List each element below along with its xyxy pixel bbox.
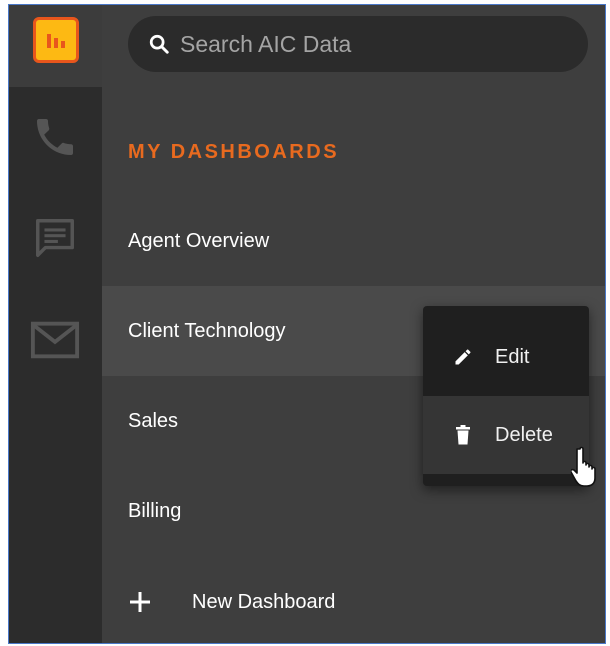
plus-icon xyxy=(128,590,164,614)
dashboard-item-label: Sales xyxy=(128,409,179,432)
bar-chart-icon[interactable] xyxy=(33,17,79,63)
pencil-icon xyxy=(453,347,473,367)
context-menu: Edit Delete xyxy=(423,306,589,486)
icon-rail xyxy=(9,5,102,643)
hand-cursor-icon xyxy=(569,445,605,494)
edit-label: Edit xyxy=(495,345,530,368)
new-dashboard-button[interactable]: New Dashboard xyxy=(128,579,335,625)
dashboard-item-label: Client Technology xyxy=(128,319,286,342)
phone-icon[interactable] xyxy=(27,109,83,165)
dashboard-item-label: Agent Overview xyxy=(128,229,270,252)
search-bar xyxy=(128,16,588,72)
edit-menu-item[interactable]: Edit xyxy=(423,318,589,396)
chat-icon[interactable] xyxy=(27,210,83,266)
new-dashboard-label: New Dashboard xyxy=(192,590,336,613)
trash-icon xyxy=(453,425,473,445)
dashboard-item-label: Billing xyxy=(128,499,182,522)
search-input[interactable] xyxy=(178,29,562,59)
dashboard-item-agent-overview[interactable]: Agent Overview xyxy=(102,196,605,286)
delete-label: Delete xyxy=(495,423,553,446)
section-title: MY DASHBOARDS xyxy=(128,141,340,163)
search-icon xyxy=(148,33,170,55)
app-frame: MY DASHBOARDS Agent Overview Client Tech… xyxy=(8,4,606,644)
delete-menu-item[interactable]: Delete xyxy=(423,396,589,474)
mail-icon[interactable] xyxy=(27,312,83,368)
